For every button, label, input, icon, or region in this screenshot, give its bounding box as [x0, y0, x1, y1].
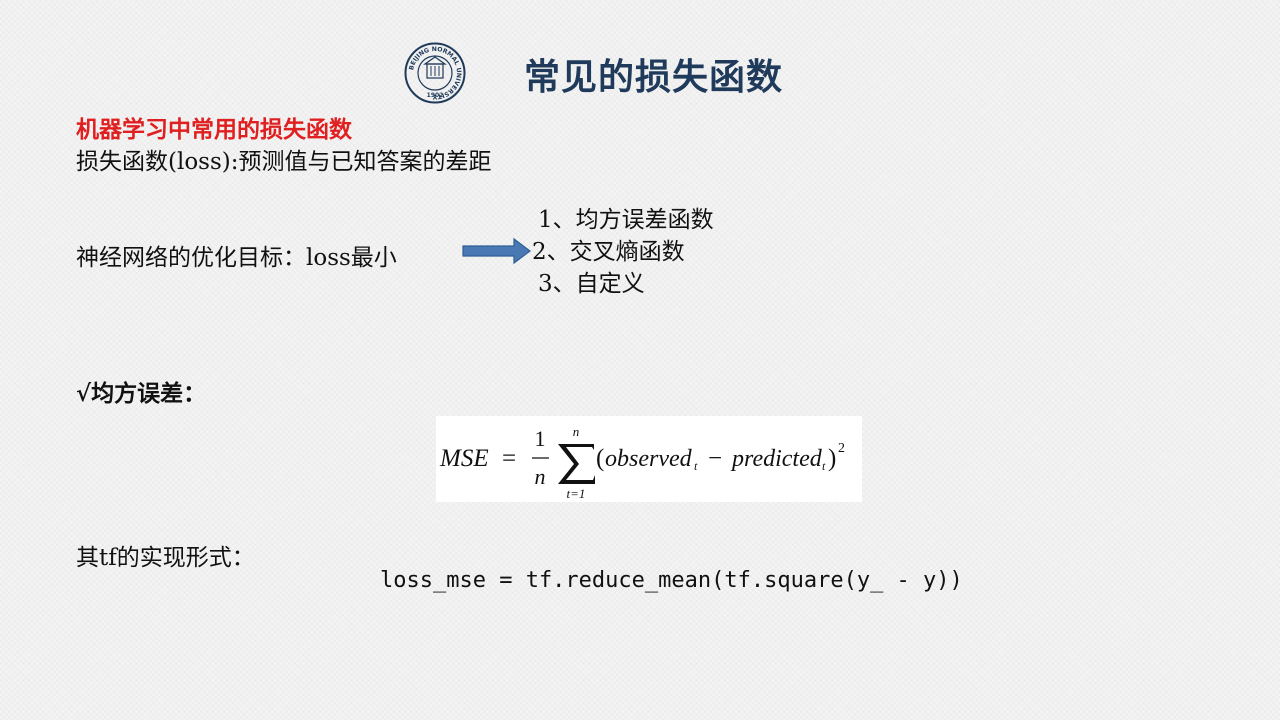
formula-power: 2 — [838, 441, 845, 456]
tf-code-line: loss_mse = tf.reduce_mean(tf.square(y_ -… — [380, 568, 963, 593]
formula-equals: = — [502, 445, 516, 472]
list-item: 1、均方误差函数 — [538, 207, 714, 233]
list-item: 3、自定义 — [538, 271, 645, 297]
formula-open-paren: ( — [596, 445, 604, 472]
formula-minus: − — [708, 445, 722, 472]
list-item: 2、交叉熵函数 — [532, 239, 685, 265]
loss-definition: 损失函数(loss):预测值与已知答案的差距 — [76, 149, 492, 175]
page-title: 常见的损失函数 — [524, 57, 784, 98]
seal-year: 1902 — [427, 92, 444, 99]
formula-denominator: n — [535, 464, 546, 489]
optimization-goal: 神经网络的优化目标：loss最小 — [76, 245, 397, 271]
formula-observed: observed — [605, 446, 693, 472]
sum-symbol — [558, 444, 595, 484]
sum-lower-limit: t=1 — [567, 486, 586, 501]
formula-observed-subscript: t — [694, 459, 698, 473]
formula-lhs: MSE — [439, 445, 489, 472]
tf-implementation-label: 其tf的实现形式： — [76, 545, 255, 571]
formula-predicted: predicted — [730, 446, 823, 472]
sum-upper-limit: n — [573, 424, 580, 439]
mse-formula: MSE = 1 n n t=1 ( observed t − predicted… — [436, 416, 862, 502]
formula-numerator: 1 — [535, 426, 546, 451]
right-arrow-icon — [462, 236, 532, 266]
formula-predicted-subscript: t — [822, 459, 826, 473]
university-seal-icon: BEIJING NORMAL UNIVERSITY 1902 — [404, 42, 466, 104]
loss-type-list: 1、均方误差函数 2、交叉熵函数 3、自定义 — [532, 204, 714, 300]
section-subtitle: 机器学习中常用的损失函数 — [76, 116, 352, 143]
mse-label: √均方误差： — [76, 380, 207, 407]
formula-close-paren: ) — [828, 445, 836, 472]
